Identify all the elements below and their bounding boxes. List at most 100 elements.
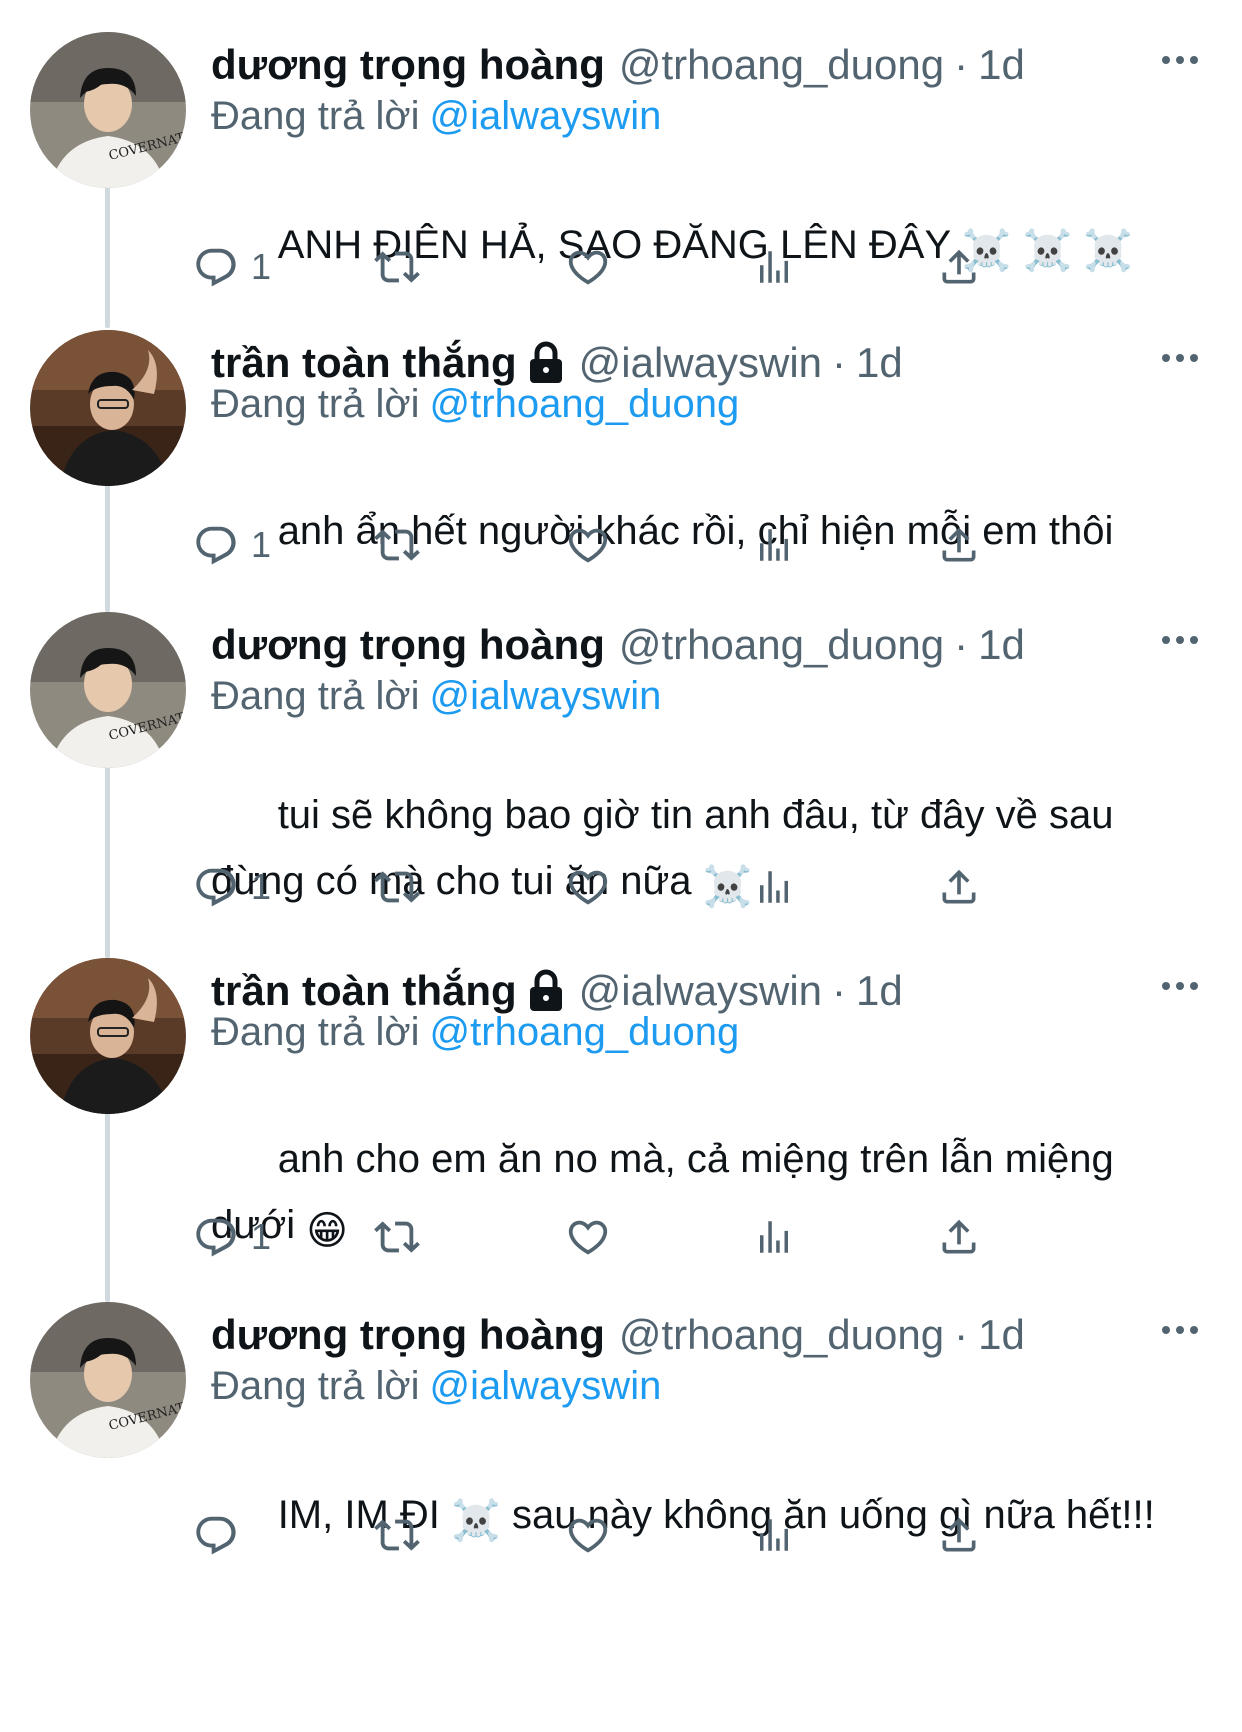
replying-to-label: Đang trả lời xyxy=(211,674,420,718)
reply-button[interactable]: 1 xyxy=(193,1212,271,1262)
reply-count: 1 xyxy=(251,1216,272,1257)
share-button[interactable] xyxy=(937,520,981,570)
avatar[interactable]: COVERNAT xyxy=(30,612,186,768)
views-icon xyxy=(760,529,788,561)
share-button[interactable] xyxy=(937,862,981,912)
mention-link[interactable]: @ialwayswin xyxy=(430,1364,662,1408)
action-bar: 1 xyxy=(196,242,1111,292)
reply-count: 1 xyxy=(251,866,272,907)
replying-to: Đang trả lời @ialwayswin xyxy=(211,670,661,722)
more-icon[interactable] xyxy=(1160,348,1200,368)
action-bar: 1 xyxy=(196,862,1111,912)
retweet-icon xyxy=(374,1519,420,1551)
tweet[interactable]: COVERNAT dương trọng hoàng @trhoang_duon… xyxy=(0,1302,1242,1722)
separator-dot: · xyxy=(954,621,969,668)
reply-count: 1 xyxy=(251,246,272,287)
like-icon xyxy=(568,870,608,905)
more-icon[interactable] xyxy=(1160,50,1200,70)
display-name[interactable]: dương trọng hoàng xyxy=(211,1308,605,1362)
replying-to: Đang trả lời @ialwayswin xyxy=(211,90,661,142)
timestamp[interactable]: 1d xyxy=(856,336,903,390)
timestamp[interactable]: 1d xyxy=(856,964,903,1018)
like-button[interactable] xyxy=(565,862,611,912)
separator-dot: · xyxy=(954,1311,969,1358)
share-button[interactable] xyxy=(937,1510,981,1560)
action-bar: 1 xyxy=(196,520,1111,570)
reply-count: 1 xyxy=(251,524,272,565)
user-handle[interactable]: @trhoang_duong xyxy=(619,38,944,92)
avatar[interactable]: COVERNAT xyxy=(30,32,186,188)
retweet-icon xyxy=(374,529,420,561)
tweet[interactable]: COVERNAT dương trọng hoàng @trhoang_duon… xyxy=(0,32,1242,302)
like-button[interactable] xyxy=(565,520,611,570)
share-icon xyxy=(942,1219,976,1254)
timestamp[interactable]: 1d xyxy=(978,38,1025,92)
display-name[interactable]: dương trọng hoàng xyxy=(211,618,605,672)
mention-link[interactable]: @ialwayswin xyxy=(430,674,662,718)
replying-to: Đang trả lời @trhoang_duong xyxy=(211,1006,739,1058)
tweet[interactable]: COVERNAT dương trọng hoàng @trhoang_duon… xyxy=(0,612,1242,942)
display-name[interactable]: dương trọng hoàng xyxy=(211,38,605,92)
tweet-text: tui sẽ không bao giờ tin anh đâu, từ đây… xyxy=(211,716,1181,986)
retweet-icon xyxy=(374,871,420,903)
views-button[interactable] xyxy=(753,520,795,570)
share-button[interactable] xyxy=(937,1212,981,1262)
replying-to: Đang trả lời @trhoang_duong xyxy=(211,378,739,430)
user-handle[interactable]: @trhoang_duong xyxy=(619,1308,944,1362)
views-button[interactable] xyxy=(753,1510,795,1560)
retweet-icon xyxy=(374,1221,420,1253)
reply-button[interactable]: 1 xyxy=(193,242,271,292)
action-bar: 1 xyxy=(196,1212,1111,1262)
tweet[interactable]: trần toàn thắng @ialwayswin · 1d Đang tr… xyxy=(0,958,1242,1288)
more-icon[interactable] xyxy=(1160,1320,1200,1340)
tweet-header: dương trọng hoàng @trhoang_duong · 1d xyxy=(211,38,1025,92)
like-button[interactable] xyxy=(565,1510,611,1560)
like-icon xyxy=(568,1518,608,1553)
like-icon xyxy=(568,528,608,563)
retweet-button[interactable] xyxy=(373,1510,421,1560)
reply-thread: COVERNAT dương trọng hoàng @trhoang_duon… xyxy=(0,0,1242,1732)
reply-button[interactable]: 1 xyxy=(193,862,271,912)
avatar[interactable] xyxy=(30,330,186,486)
mention-link[interactable]: @ialwayswin xyxy=(430,94,662,138)
retweet-button[interactable] xyxy=(373,862,421,912)
like-button[interactable] xyxy=(565,1212,611,1262)
tweet[interactable]: trần toàn thắng @ialwayswin · 1d Đang tr… xyxy=(0,330,1242,600)
more-icon[interactable] xyxy=(1160,630,1200,650)
avatar[interactable]: COVERNAT xyxy=(30,1302,186,1458)
mention-link[interactable]: @trhoang_duong xyxy=(430,1010,740,1054)
like-button[interactable] xyxy=(565,242,611,292)
share-button[interactable] xyxy=(937,242,981,292)
replying-to-label: Đang trả lời xyxy=(211,94,420,138)
more-icon[interactable] xyxy=(1160,976,1200,996)
avatar[interactable] xyxy=(30,958,186,1114)
views-button[interactable] xyxy=(753,862,795,912)
views-button[interactable] xyxy=(753,1212,795,1262)
share-icon xyxy=(942,1517,976,1552)
replying-to: Đang trả lời @ialwayswin xyxy=(211,1360,661,1412)
views-icon xyxy=(760,251,788,283)
share-icon xyxy=(942,249,976,284)
views-button[interactable] xyxy=(753,242,795,292)
retweet-button[interactable] xyxy=(373,520,421,570)
views-icon xyxy=(760,1519,788,1551)
reply-icon xyxy=(196,1218,236,1257)
tweet-text: anh cho em ăn no mà, cả miệng trên lẫn m… xyxy=(211,1060,1181,1330)
mention-link[interactable]: @trhoang_duong xyxy=(430,382,740,426)
separator-dot: · xyxy=(954,41,969,88)
action-bar xyxy=(196,1510,1111,1560)
like-icon xyxy=(568,250,608,285)
replying-to-label: Đang trả lời xyxy=(211,1010,420,1054)
timestamp[interactable]: 1d xyxy=(978,1308,1025,1362)
user-handle[interactable]: @trhoang_duong xyxy=(619,618,944,672)
like-icon xyxy=(568,1220,608,1255)
tweet-header: dương trọng hoàng @trhoang_duong · 1d xyxy=(211,618,1025,672)
views-icon xyxy=(760,1221,788,1253)
share-icon xyxy=(942,527,976,562)
reply-button[interactable] xyxy=(193,1510,251,1560)
retweet-button[interactable] xyxy=(373,1212,421,1262)
separator-dot: · xyxy=(832,967,847,1014)
timestamp[interactable]: 1d xyxy=(978,618,1025,672)
retweet-button[interactable] xyxy=(373,242,421,292)
reply-button[interactable]: 1 xyxy=(193,520,271,570)
